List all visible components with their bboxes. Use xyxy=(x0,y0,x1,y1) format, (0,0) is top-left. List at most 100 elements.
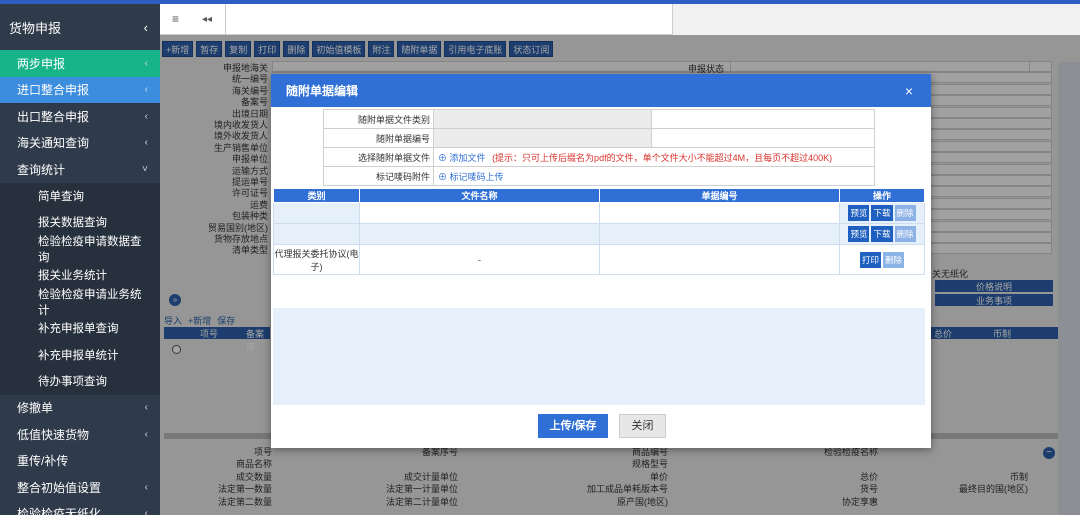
sidebar-item-label: 整合初始值设置 xyxy=(17,480,102,495)
sidebar-menu: 两步申报 ‹ 进口整合申报 ‹ 出口整合申报 ‹ 海关通知查询 ‹ 查询统计 ˅ 简单查询 报关数据查… xyxy=(0,50,160,515)
doc-type-extra xyxy=(651,109,875,129)
sidebar-item-label: 报关数据查询 xyxy=(38,217,107,230)
sidebar-item[interactable]: 重传/补传 xyxy=(0,448,160,475)
chevron-icon: ‹ xyxy=(144,428,148,440)
sidebar-item[interactable]: 报关数据查询 xyxy=(0,209,160,236)
sidebar-item[interactable]: 修撤单 ‹ xyxy=(0,395,160,422)
sidebar-header[interactable]: 货物申报 ‹ xyxy=(0,4,160,50)
preview-button[interactable]: 预览 xyxy=(848,205,870,221)
sidebar-item[interactable]: 补充申报单统计 xyxy=(0,341,160,368)
sidebar-item-label: 检验检疫申请业务统计 xyxy=(38,288,142,317)
modal-body: 随附单据文件类别 随附单据编号 选择随附单据文件 ⊕ 添加文件 (提示：只可上传… xyxy=(271,107,931,438)
plus-circle-icon: ⊕ xyxy=(438,152,448,163)
sidebar-item[interactable]: 检验检疫无纸化 ‹ xyxy=(0,501,160,515)
sidebar-item-label: 检验检疫无纸化 xyxy=(17,507,102,515)
sidebar-title: 货物申报 xyxy=(9,20,62,36)
upload-save-button[interactable]: 上传/保存 xyxy=(538,414,608,438)
select-file-label: 选择随附单据文件 xyxy=(323,147,434,167)
chevron-icon: ‹ xyxy=(144,508,148,515)
doc-type-label: 随附单据文件类别 xyxy=(323,109,434,129)
chevron-left-icon: ‹ xyxy=(143,19,148,35)
sidebar-item-label: 低值快速货物 xyxy=(17,427,90,442)
plus-circle-icon: ⊕ xyxy=(438,171,448,182)
tab-strip xyxy=(225,4,673,35)
sidebar: 货物申报 ‹ 两步申报 ‹ 进口整合申报 ‹ 出口整合申报 ‹ 海关通知查询 ‹ 查询统计 ˅ 简单… xyxy=(0,4,160,515)
table-row: 预览 下载 删除 xyxy=(273,202,925,224)
sidebar-item-label: 报关业务统计 xyxy=(38,270,107,283)
add-file-link[interactable]: ⊕ 添加文件 xyxy=(438,153,486,163)
mark-upload-cell: ⊕ 标记唛码上传 xyxy=(433,166,875,186)
menu-icon[interactable]: ≡ xyxy=(172,12,179,26)
chevron-icon: ‹ xyxy=(144,110,148,122)
sidebar-item-label: 查询统计 xyxy=(17,162,66,177)
sidebar-item-label: 补充申报单查询 xyxy=(38,323,119,336)
sidebar-item-label: 海关通知查询 xyxy=(17,136,90,151)
doc-no-extra xyxy=(651,128,875,148)
mark-upload-label: 标记唛码上传 xyxy=(449,171,504,182)
sidebar-item-label: 两步申报 xyxy=(17,56,66,71)
row-category: 代理报关委托协议(电子) xyxy=(273,244,360,275)
row-category xyxy=(273,202,360,224)
delete-button[interactable]: 删除 xyxy=(894,226,916,242)
close-icon[interactable]: × xyxy=(905,83,913,99)
topbar-right-area xyxy=(673,4,1080,35)
row-actions: 打印 删除 xyxy=(839,244,925,275)
sidebar-item[interactable]: 海关通知查询 ‹ xyxy=(0,130,160,157)
header-filename: 文件名称 xyxy=(359,188,600,203)
header-actions: 操作 xyxy=(839,188,925,203)
sidebar-item[interactable]: 报关业务统计 xyxy=(0,262,160,289)
mark-upload-link[interactable]: ⊕ 标记唛码上传 xyxy=(438,172,504,182)
sidebar-item[interactable]: 低值快速货物 ‹ xyxy=(0,421,160,448)
doc-edit-form: 随附单据文件类别 随附单据编号 选择随附单据文件 ⊕ 添加文件 (提示：只可上传… xyxy=(323,109,875,186)
doc-no-label: 随附单据编号 xyxy=(323,128,434,148)
select-file-cell: ⊕ 添加文件 (提示：只可上传后缀名为pdf的文件，单个文件大小不能超过4M，且… xyxy=(433,147,875,167)
collapse-tabs-icon[interactable]: ◂◂ xyxy=(202,14,212,25)
row-actions: 预览 下载 删除 xyxy=(839,223,925,245)
row-docno xyxy=(599,223,840,245)
chevron-icon: ‹ xyxy=(144,481,148,493)
sidebar-item[interactable]: 简单查询 xyxy=(0,182,160,209)
top-bar: ≡ ◂◂ xyxy=(160,4,1080,35)
chevron-icon: ˅ xyxy=(142,163,148,175)
row-filename: - xyxy=(359,244,600,275)
sidebar-item-label: 补充申报单统计 xyxy=(38,349,119,362)
modal-footer: 上传/保存 关闭 xyxy=(271,405,931,448)
download-button[interactable]: 下载 xyxy=(871,205,893,221)
sidebar-item[interactable]: 检验检疫申请数据查询 xyxy=(0,235,160,264)
sidebar-item-label: 出口整合申报 xyxy=(17,109,90,124)
row-actions: 预览 下载 删除 xyxy=(839,202,925,224)
sidebar-item[interactable]: 进口整合申报 ‹ xyxy=(0,76,160,103)
header-docno: 单据编号 xyxy=(599,188,840,203)
sidebar-item-label: 修撤单 xyxy=(17,401,54,416)
print-button[interactable]: 打印 xyxy=(859,251,881,268)
sidebar-item[interactable]: 两步申报 ‹ xyxy=(0,50,160,77)
modal-title: 随附单据编辑 xyxy=(286,84,359,98)
download-button[interactable]: 下载 xyxy=(871,226,893,242)
chevron-icon: ‹ xyxy=(144,57,148,69)
chevron-icon: ‹ xyxy=(144,402,148,414)
row-category xyxy=(273,223,360,245)
sidebar-item[interactable]: 查询统计 ˅ xyxy=(0,156,160,183)
delete-button[interactable]: 删除 xyxy=(883,251,905,268)
sidebar-item-label: 重传/补传 xyxy=(17,454,69,469)
preview-button[interactable]: 预览 xyxy=(848,226,870,242)
sidebar-item[interactable]: 待办事项查询 xyxy=(0,368,160,395)
doc-no-field[interactable] xyxy=(433,128,652,148)
sidebar-item[interactable]: 出口整合申报 ‹ xyxy=(0,103,160,130)
doc-type-field[interactable] xyxy=(433,109,652,129)
row-filename xyxy=(359,202,600,224)
sidebar-item[interactable]: 补充申报单查询 xyxy=(0,315,160,342)
mark-label: 标记唛码附件 xyxy=(323,166,434,186)
sidebar-item-label: 进口整合申报 xyxy=(17,83,90,98)
close-button[interactable]: 关闭 xyxy=(619,414,666,438)
row-filename xyxy=(359,223,600,245)
row-docno xyxy=(599,202,840,224)
sidebar-item[interactable]: 检验检疫申请业务统计 xyxy=(0,288,160,317)
delete-button[interactable]: 删除 xyxy=(894,205,916,221)
sidebar-item-label: 简单查询 xyxy=(38,190,84,203)
table-row: 预览 下载 删除 xyxy=(273,223,925,245)
chevron-icon: ‹ xyxy=(144,84,148,96)
table-row: 代理报关委托协议(电子) - 打印 删除 xyxy=(273,244,925,275)
add-file-label: 添加文件 xyxy=(449,152,486,163)
sidebar-item[interactable]: 整合初始值设置 ‹ xyxy=(0,474,160,501)
